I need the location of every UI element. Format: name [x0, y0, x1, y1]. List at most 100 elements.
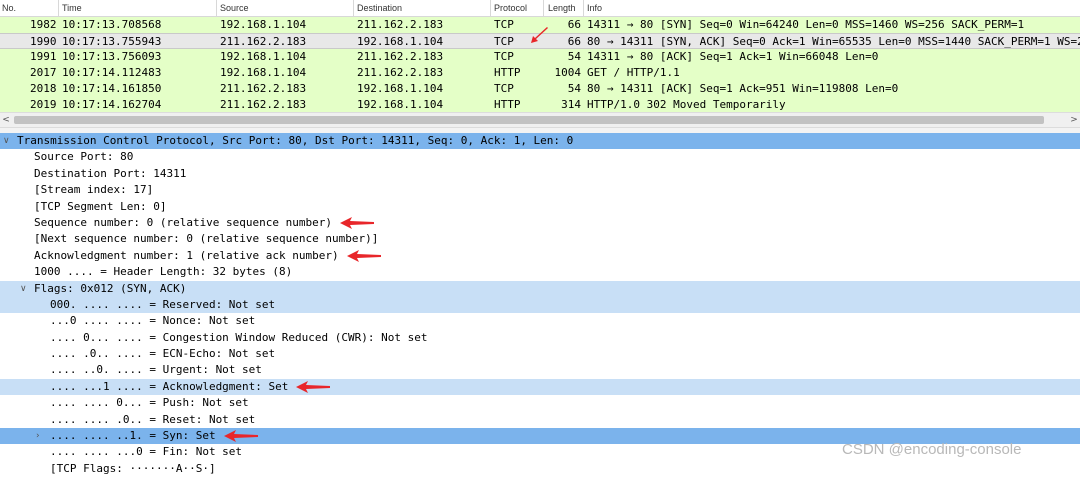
detail-row[interactable]: .... 0... .... = Congestion Window Reduc…	[0, 330, 1080, 346]
packet-row[interactable]: 2017 10:17:14.112483 192.168.1.104 211.162.…	[0, 65, 1080, 81]
scroll-left-icon[interactable]: <	[0, 113, 12, 127]
detail-text: ...0 .... .... = Nonce: Not set	[50, 314, 256, 328]
detail-text: [TCP Segment Len: 0]	[34, 199, 167, 213]
detail-text: Sequence number: 0 (relative sequence nu…	[34, 215, 333, 229]
scrollbar-thumb[interactable]	[14, 116, 1044, 124]
detail-row[interactable]: Destination Port: 14311	[0, 166, 1080, 182]
detail-row[interactable]: .... ..0. .... = Urgent: Not set	[0, 362, 1080, 378]
red-arrow-annotation-icon	[531, 27, 548, 43]
detail-text: [Stream index: 17]	[34, 183, 154, 197]
packet-cell-no: 1990	[30, 35, 57, 48]
packet-cell-source: 192.168.1.104	[220, 18, 307, 31]
scroll-right-icon[interactable]: >	[1068, 113, 1080, 127]
detail-text: Flags: 0x012 (SYN, ACK)	[34, 281, 187, 295]
packet-cell-destination: 211.162.2.183	[357, 50, 444, 63]
detail-text: [TCP Flags: ·······A··S·]	[50, 461, 216, 475]
packet-cell-time: 10:17:13.756093	[62, 50, 162, 63]
packet-cell-no: 1982	[30, 18, 57, 31]
packet-details-tree: ∨ Transmission Control Protocol, Src Port…	[0, 133, 1080, 477]
detail-text: Source Port: 80	[34, 150, 134, 164]
column-header-protocol[interactable]: Protocol	[494, 3, 527, 13]
red-arrow-annotation-icon	[296, 381, 330, 393]
detail-row[interactable]: .... .... 0... = Push: Not set	[0, 395, 1080, 411]
detail-text: .... .... ..1. = Syn: Set	[50, 429, 216, 443]
column-header-destination[interactable]: Destination	[357, 3, 402, 13]
detail-row[interactable]: Acknowledgment number: 1 (relative ack n…	[0, 248, 1080, 264]
packet-cell-length: 54	[567, 82, 581, 95]
packet-cell-info: HTTP/1.0 302 Moved Temporarily	[587, 98, 786, 111]
detail-row[interactable]: .... .... .0.. = Reset: Not set	[0, 412, 1080, 428]
detail-text: .... .0.. .... = ECN-Echo: Not set	[50, 347, 276, 361]
packet-cell-length: 66	[567, 35, 581, 48]
packet-cell-length: 1004	[554, 66, 582, 79]
column-header-info[interactable]: Info	[587, 3, 602, 13]
detail-row[interactable]: ...0 .... .... = Nonce: Not set	[0, 313, 1080, 329]
packet-cell-protocol: TCP	[494, 50, 514, 63]
packet-row[interactable]: 1991 10:17:13.756093 192.168.1.104 211.162.…	[0, 49, 1080, 65]
detail-row[interactable]: [Stream index: 17]	[0, 182, 1080, 198]
detail-text: [Next sequence number: 0 (relative seque…	[34, 232, 379, 246]
packet-cell-length: 66	[567, 18, 581, 31]
detail-text: .... .... ...0 = Fin: Not set	[50, 445, 243, 459]
detail-row[interactable]: ∨ Flags: 0x012 (SYN, ACK)	[0, 280, 1080, 297]
packet-cell-source: 192.168.1.104	[220, 66, 307, 79]
detail-row[interactable]: [TCP Segment Len: 0]	[0, 199, 1080, 215]
chevron-down-icon[interactable]: ∨	[3, 133, 10, 149]
detail-row[interactable]: 000. .... .... = Reserved: Not set	[0, 296, 1080, 314]
packet-row[interactable]: 2019 10:17:14.162704 211.162.2.183 192.168.…	[0, 97, 1080, 112]
detail-text: 1000 .... = Header Length: 32 bytes (8)	[34, 265, 293, 279]
detail-text: .... 0... .... = Congestion Window Reduc…	[50, 330, 428, 344]
packet-cell-time: 10:17:14.162704	[62, 98, 162, 111]
red-arrow-annotation-icon	[340, 217, 374, 229]
packet-cell-destination: 211.162.2.183	[357, 18, 444, 31]
detail-row[interactable]: .... .0.. .... = ECN-Echo: Not set	[0, 346, 1080, 362]
packet-cell-source: 192.168.1.104	[220, 50, 307, 63]
packet-cell-destination: 211.162.2.183	[357, 66, 444, 79]
red-arrow-annotation-icon	[224, 430, 258, 442]
packet-cell-no: 2019	[30, 98, 57, 111]
horizontal-scrollbar[interactable]: < >	[0, 112, 1080, 127]
packet-cell-source: 211.162.2.183	[220, 82, 307, 95]
detail-text: .... ..0. .... = Urgent: Not set	[50, 363, 262, 377]
packet-cell-no: 2018	[30, 82, 57, 95]
detail-row[interactable]: [TCP Flags: ·······A··S·]	[0, 461, 1080, 477]
packet-cell-no: 1991	[30, 50, 57, 63]
column-header-length[interactable]: Length	[548, 3, 576, 13]
packet-cell-time: 10:17:14.161850	[62, 82, 162, 95]
packet-cell-info: 80 → 14311 [SYN, ACK] Seq=0 Ack=1 Win=65…	[587, 35, 1080, 48]
packet-cell-protocol: HTTP	[494, 98, 521, 111]
packet-cell-destination: 192.168.1.104	[357, 35, 444, 48]
detail-text: .... ...1 .... = Acknowledgment: Set	[50, 379, 289, 393]
watermark: CSDN @encoding-console	[842, 441, 1022, 458]
detail-text: 000. .... .... = Reserved: Not set	[50, 297, 276, 311]
detail-text: .... .... 0... = Push: Not set	[50, 396, 249, 410]
packet-cell-time: 10:17:14.112483	[62, 66, 162, 79]
packet-cell-info: 14311 → 80 [SYN] Seq=0 Win=64240 Len=0 M…	[587, 18, 1025, 31]
packet-row[interactable]: 2018 10:17:14.161850 211.162.2.183 192.168.…	[0, 81, 1080, 97]
detail-row[interactable]: Source Port: 80	[0, 149, 1080, 165]
detail-text: Destination Port: 14311	[34, 166, 187, 180]
detail-row[interactable]: 1000 .... = Header Length: 32 bytes (8)	[0, 264, 1080, 280]
column-header-source[interactable]: Source	[220, 3, 249, 13]
packet-cell-source: 211.162.2.183	[220, 35, 307, 48]
packet-cell-source: 211.162.2.183	[220, 98, 307, 111]
packet-cell-destination: 192.168.1.104	[357, 82, 444, 95]
packet-cell-protocol: TCP	[494, 18, 514, 31]
packet-list: No. Time Source Destination Protocol Len…	[0, 0, 1080, 112]
packet-cell-length: 314	[561, 98, 581, 111]
packet-cell-destination: 192.168.1.104	[357, 98, 444, 111]
packet-cell-no: 2017	[30, 66, 57, 79]
packet-cell-info: 80 → 14311 [ACK] Seq=1 Ack=951 Win=11980…	[587, 82, 899, 95]
packet-cell-length: 54	[567, 50, 581, 63]
chevron-right-icon[interactable]: ›	[36, 428, 40, 444]
packet-list-header: No. Time Source Destination Protocol Len…	[0, 0, 1080, 17]
detail-row[interactable]: .... ...1 .... = Acknowledgment: Set	[0, 378, 1080, 396]
chevron-down-icon[interactable]: ∨	[20, 281, 27, 297]
detail-row[interactable]: Sequence number: 0 (relative sequence nu…	[0, 215, 1080, 231]
detail-row[interactable]: ∨ Transmission Control Protocol, Src Port…	[0, 133, 1080, 150]
column-header-time[interactable]: Time	[62, 3, 82, 13]
packet-cell-time: 10:17:13.755943	[62, 35, 162, 48]
detail-row[interactable]: [Next sequence number: 0 (relative seque…	[0, 231, 1080, 247]
packet-cell-time: 10:17:13.708568	[62, 18, 162, 31]
column-header-no[interactable]: No.	[2, 3, 16, 13]
